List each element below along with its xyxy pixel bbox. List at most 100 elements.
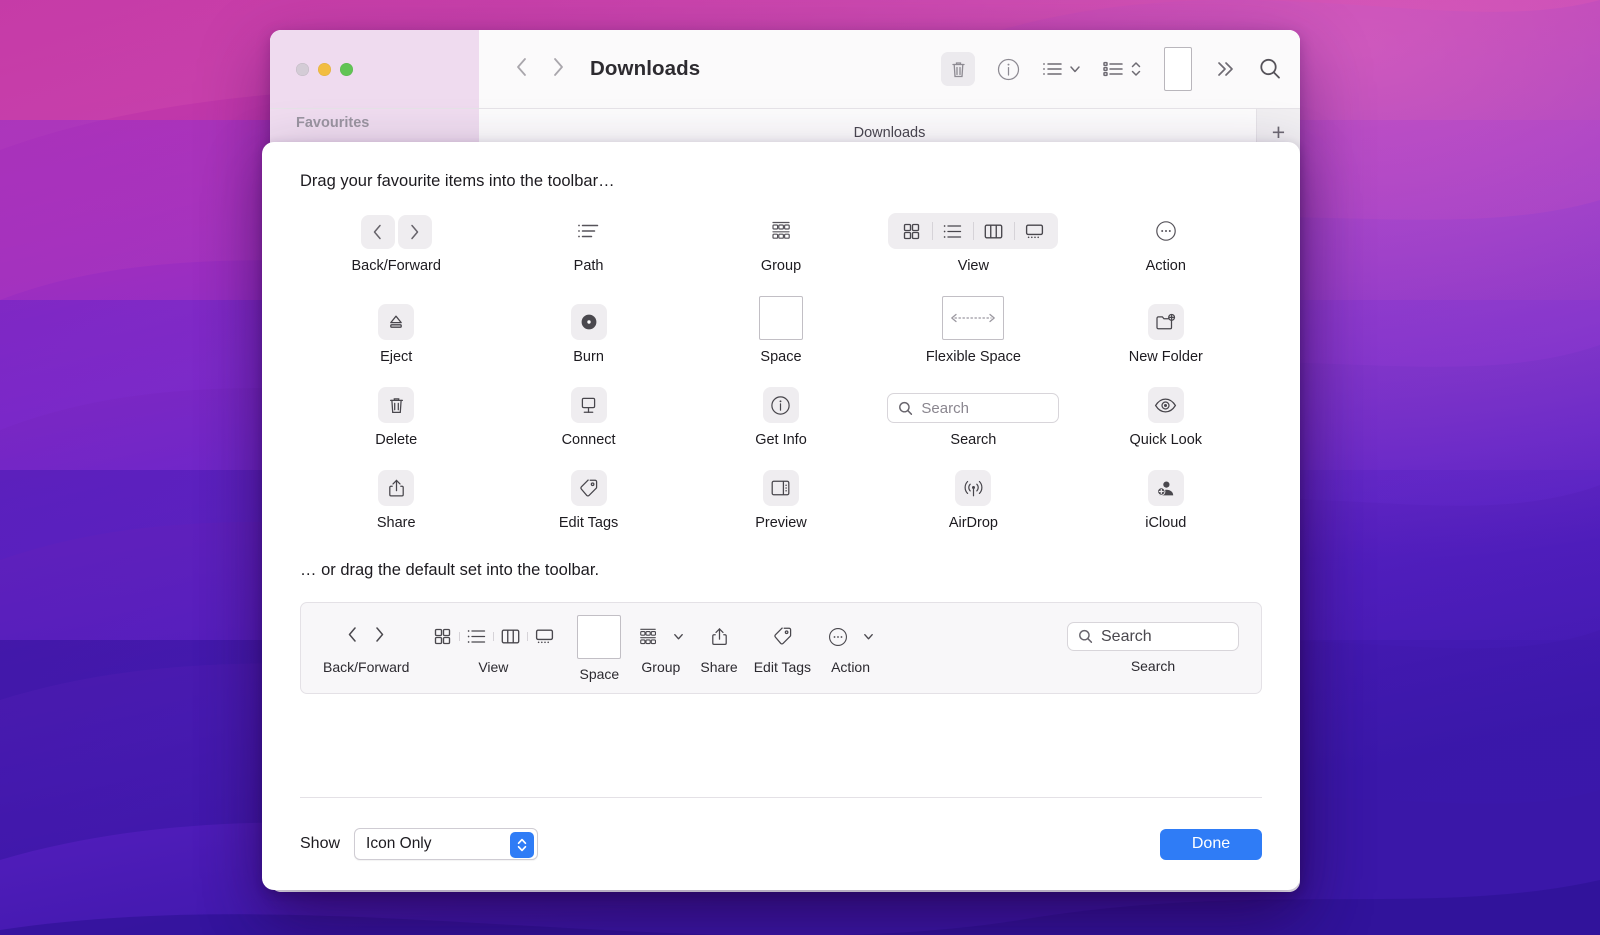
action-icon (1148, 213, 1184, 249)
palette-item-preview[interactable]: Preview (685, 470, 877, 531)
path-icon (571, 213, 607, 249)
group-menu-button[interactable] (1042, 60, 1081, 78)
finder-titlebar: Downloads (270, 30, 1300, 108)
delete-icon (378, 387, 415, 423)
palette-item-airdrop[interactable]: AirDrop (877, 470, 1069, 531)
palette-item-icloud[interactable]: iCloud (1070, 470, 1262, 531)
double-chevron-right-icon[interactable] (1214, 59, 1236, 79)
default-item-action[interactable]: Action (827, 622, 874, 675)
maximise-button[interactable] (340, 62, 353, 76)
palette-item-label: Burn (573, 349, 604, 365)
default-item-space[interactable]: Space (577, 614, 622, 682)
palette-item-label: iCloud (1145, 515, 1187, 531)
path-bar-label: Downloads (853, 124, 926, 141)
default-item-label: View (478, 658, 509, 675)
airdrop-icon (955, 470, 992, 506)
default-item-label: Action (831, 658, 871, 675)
search-field-icon[interactable]: Search (1067, 622, 1239, 651)
default-item-label: Group (641, 658, 681, 675)
palette-item-view[interactable]: View (877, 213, 1069, 274)
default-toolbar-set[interactable]: Back/Forward View Space Group Share Edit… (300, 602, 1262, 694)
back-forward-icon (360, 215, 432, 249)
space-icon (758, 296, 803, 340)
palette-item-label: Action (1145, 258, 1186, 274)
palette-item-get-info[interactable]: Get Info (685, 387, 877, 448)
default-item-back-forward[interactable]: Back/Forward (323, 622, 409, 675)
palette-item-action[interactable]: Action (1070, 213, 1262, 274)
palette-item-eject[interactable]: Eject (300, 304, 492, 365)
toolbar-navigation (515, 56, 565, 83)
palette-item-connect[interactable]: Connect (492, 387, 684, 448)
palette-item-label: New Folder (1128, 349, 1203, 365)
sidebar-section-favourites: Favourites (296, 115, 370, 131)
palette-item-flexible-space[interactable]: Flexible Space (877, 296, 1069, 365)
share-icon (378, 470, 415, 506)
chevron-down-icon (674, 633, 684, 640)
trash-icon[interactable] (941, 52, 975, 86)
chevron-updown-icon (510, 832, 535, 858)
view-sort-button[interactable] (1103, 60, 1142, 78)
flexible-space-icon (942, 296, 1005, 340)
palette-item-label: Share (376, 515, 416, 531)
connect-icon (570, 387, 607, 423)
palette-item-path[interactable]: Path (492, 213, 684, 274)
palette-item-label: Flexible Space (925, 349, 1021, 365)
default-item-label: Share (700, 658, 738, 675)
list-view-icon (932, 213, 973, 249)
palette-item-label: Group (760, 258, 802, 274)
palette-item-edit-tags[interactable]: Edit Tags (492, 470, 684, 531)
palette-item-new-folder[interactable]: New Folder (1070, 304, 1262, 365)
quick-look-icon (1147, 387, 1184, 423)
palette-item-label: Delete (375, 432, 418, 448)
default-item-group[interactable]: Group (637, 622, 684, 675)
default-item-view[interactable]: View (425, 622, 561, 675)
view-segmented-icon (425, 622, 561, 652)
list-view-icon (459, 628, 493, 645)
share-icon (711, 622, 728, 652)
back-icon (346, 625, 359, 649)
get-info-icon (762, 387, 799, 423)
back-icon (360, 215, 395, 249)
palette-item-label: Back/Forward (351, 258, 441, 274)
palette-item-share[interactable]: Share (300, 470, 492, 531)
info-circle-icon[interactable] (997, 58, 1020, 81)
window-title: Downloads (590, 57, 701, 80)
palette-item-quick-look[interactable]: Quick Look (1070, 387, 1262, 448)
default-item-search[interactable]: Search Search (1067, 622, 1239, 674)
palette-row: Delete Connect Get Info Search Search Qu… (300, 387, 1262, 448)
space-box-icon[interactable] (1164, 47, 1192, 91)
palette-item-label: View (957, 258, 989, 274)
palette-item-back-forward[interactable]: Back/Forward (300, 215, 492, 274)
edit-tags-icon (570, 470, 607, 506)
search-field-icon[interactable]: Search (887, 393, 1060, 423)
toolbar-right-items (941, 47, 1282, 91)
icloud-icon (1147, 470, 1184, 506)
palette-row: Eject Burn Space Flexible Space New Fold… (300, 296, 1262, 365)
show-mode-select[interactable]: Icon Only (354, 828, 539, 860)
done-button[interactable]: Done (1160, 828, 1262, 860)
palette-item-label: Connect (561, 432, 616, 448)
palette-item-burn[interactable]: Burn (492, 304, 684, 365)
sheet-footer: Show Icon Only Done (300, 798, 1262, 890)
customize-toolbar-sheet: Drag your favourite items into the toolb… (262, 142, 1300, 890)
default-item-share[interactable]: Share (700, 622, 738, 675)
window-controls (296, 62, 353, 76)
palette-item-label: Get Info (755, 432, 807, 448)
palette-item-label: Path (573, 258, 604, 274)
palette-item-group[interactable]: Group (685, 213, 877, 274)
close-button[interactable] (296, 62, 309, 76)
palette-item-space[interactable]: Space (685, 296, 877, 365)
palette-item-delete[interactable]: Delete (300, 387, 492, 448)
icon-view-icon (891, 213, 932, 249)
minimise-button[interactable] (318, 62, 331, 76)
default-item-label: Edit Tags (753, 658, 812, 675)
sidebar-titlebar-region (270, 30, 479, 108)
new-folder-icon (1147, 304, 1184, 340)
back-icon[interactable] (515, 56, 529, 83)
palette-item-search[interactable]: Search Search (877, 393, 1069, 448)
search-icon[interactable] (1258, 57, 1282, 81)
gallery-view-icon (1014, 213, 1055, 249)
forward-icon[interactable] (551, 56, 565, 83)
default-item-edit-tags[interactable]: Edit Tags (754, 622, 811, 675)
palette-item-label: Space (760, 349, 802, 365)
